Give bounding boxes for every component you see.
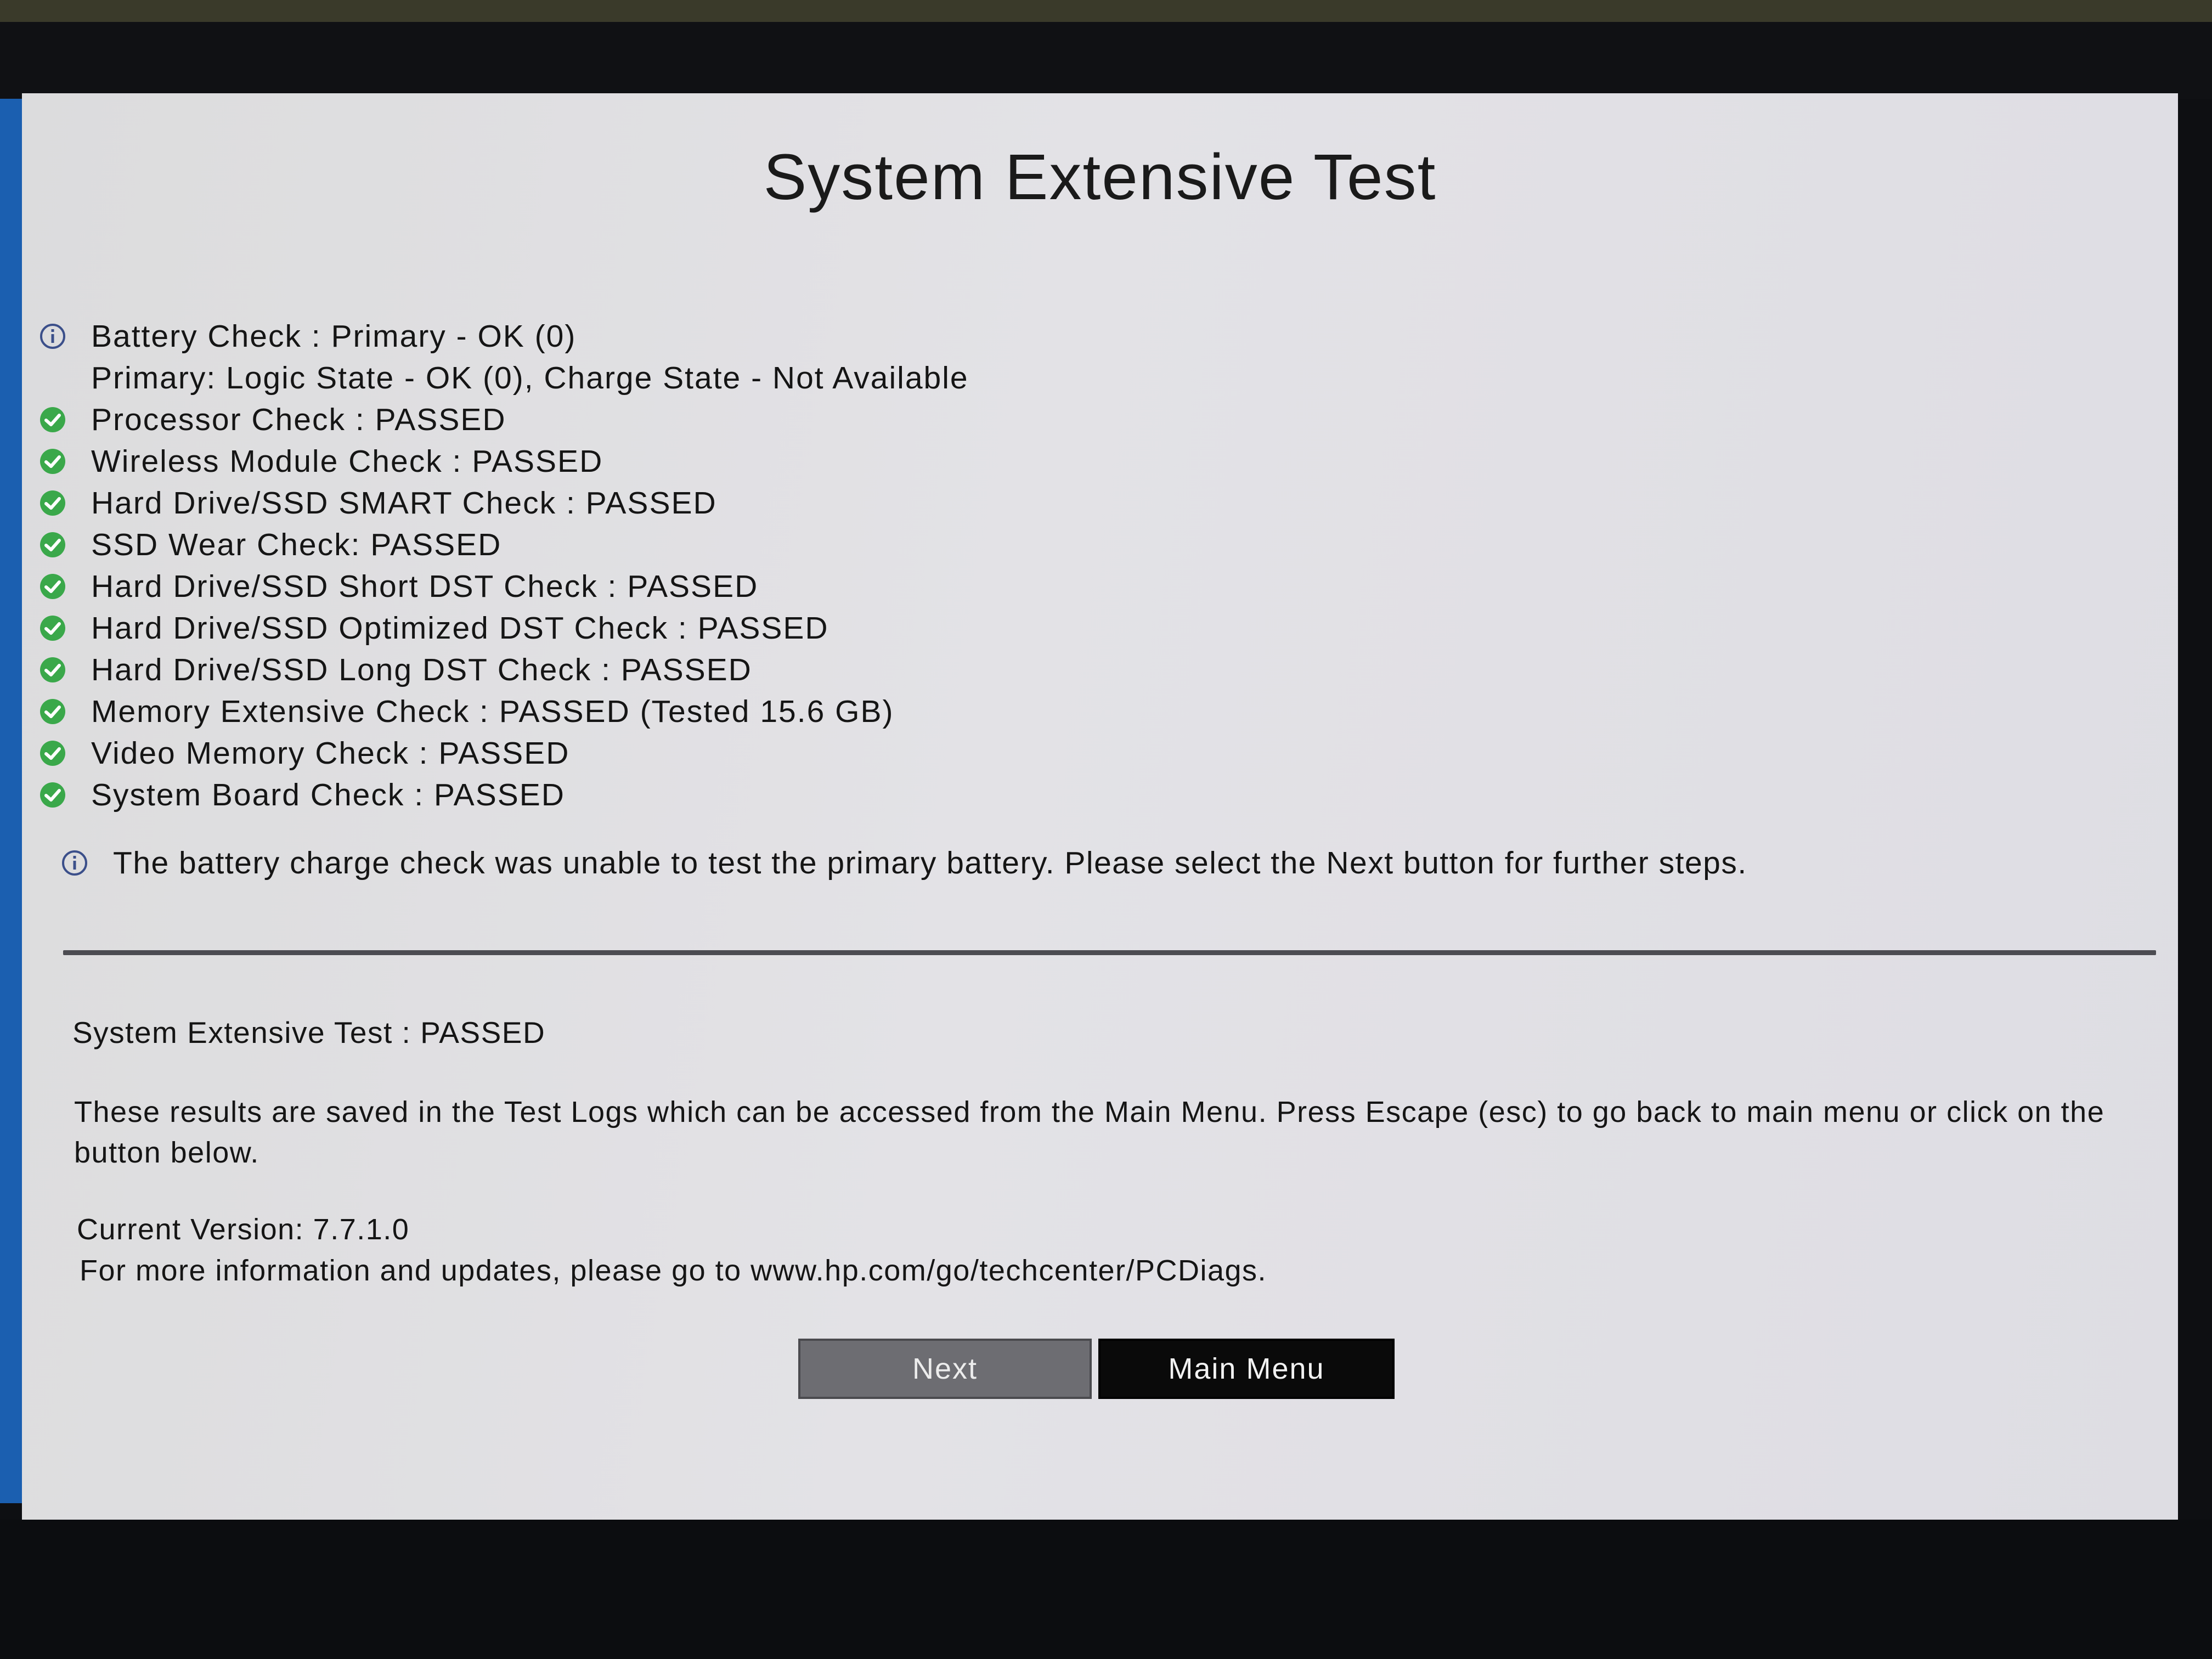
check-circle-icon <box>38 614 67 642</box>
result-row: System Board Check : PASSED <box>38 774 1959 816</box>
result-text: Hard Drive/SSD Optimized DST Check : PAS… <box>91 611 829 646</box>
result-text: Hard Drive/SSD Short DST Check : PASSED <box>91 569 759 604</box>
result-row: Hard Drive/SSD Short DST Check : PASSED <box>38 566 1959 607</box>
check-circle-icon <box>38 531 67 559</box>
result-row: Processor Check : PASSED <box>38 399 1959 441</box>
icon-spacer <box>38 364 67 392</box>
page-title: System Extensive Test <box>763 141 1437 213</box>
check-circle-icon <box>38 489 67 517</box>
results-list: Battery Check : Primary - OK (0) Primary:… <box>38 315 1959 816</box>
test-status: System Extensive Test : PASSED <box>72 1015 546 1049</box>
result-row: Memory Extensive Check : PASSED (Tested … <box>38 691 1959 732</box>
result-row: Battery Check : Primary - OK (0) <box>38 315 1959 357</box>
result-row: Hard Drive/SSD Optimized DST Check : PAS… <box>38 607 1959 649</box>
info-icon <box>38 322 67 351</box>
result-row: SSD Wear Check: PASSED <box>38 524 1959 566</box>
check-circle-icon <box>38 739 67 768</box>
section-divider <box>63 950 2156 955</box>
result-text: System Board Check : PASSED <box>91 777 565 812</box>
result-text: Wireless Module Check : PASSED <box>91 444 603 479</box>
monitor-bezel-top <box>0 22 2212 99</box>
check-circle-icon <box>38 781 67 809</box>
diagnostics-screen: System Extensive Test Battery Check : Pr… <box>22 93 2178 1520</box>
result-text: Battery Check : Primary - OK (0) <box>91 319 577 354</box>
result-text: Hard Drive/SSD Long DST Check : PASSED <box>91 652 752 687</box>
result-text: Primary: Logic State - OK (0), Charge St… <box>91 360 969 396</box>
camera-top-strip <box>0 0 2212 22</box>
more-info-link-text: For more information and updates, please… <box>80 1254 1267 1287</box>
test-logs-info: These results are saved in the Test Logs… <box>74 1096 2105 1169</box>
check-circle-icon <box>38 447 67 476</box>
monitor-bezel-bottom <box>0 1520 2212 1659</box>
next-button[interactable]: Next <box>798 1339 1092 1399</box>
battery-note: The battery charge check was unable to t… <box>60 845 1747 881</box>
result-row: Primary: Logic State - OK (0), Charge St… <box>38 357 1959 399</box>
current-version: Current Version: 7.7.1.0 <box>77 1213 410 1246</box>
battery-note-text: The battery charge check was unable to t… <box>113 845 1747 881</box>
check-circle-icon <box>38 572 67 601</box>
result-row: Wireless Module Check : PASSED <box>38 441 1959 482</box>
result-row: Hard Drive/SSD SMART Check : PASSED <box>38 482 1959 524</box>
check-circle-icon <box>38 405 67 434</box>
result-text: Hard Drive/SSD SMART Check : PASSED <box>91 486 717 521</box>
main-menu-button[interactable]: Main Menu <box>1098 1339 1395 1399</box>
result-text: Video Memory Check : PASSED <box>91 736 570 771</box>
check-circle-icon <box>38 656 67 684</box>
info-icon <box>60 849 89 877</box>
check-circle-icon <box>38 697 67 726</box>
result-text: SSD Wear Check: PASSED <box>91 527 502 562</box>
result-text: Memory Extensive Check : PASSED (Tested … <box>91 694 894 729</box>
result-text: Processor Check : PASSED <box>91 402 506 437</box>
result-row: Hard Drive/SSD Long DST Check : PASSED <box>38 649 1959 691</box>
result-row: Video Memory Check : PASSED <box>38 732 1959 774</box>
